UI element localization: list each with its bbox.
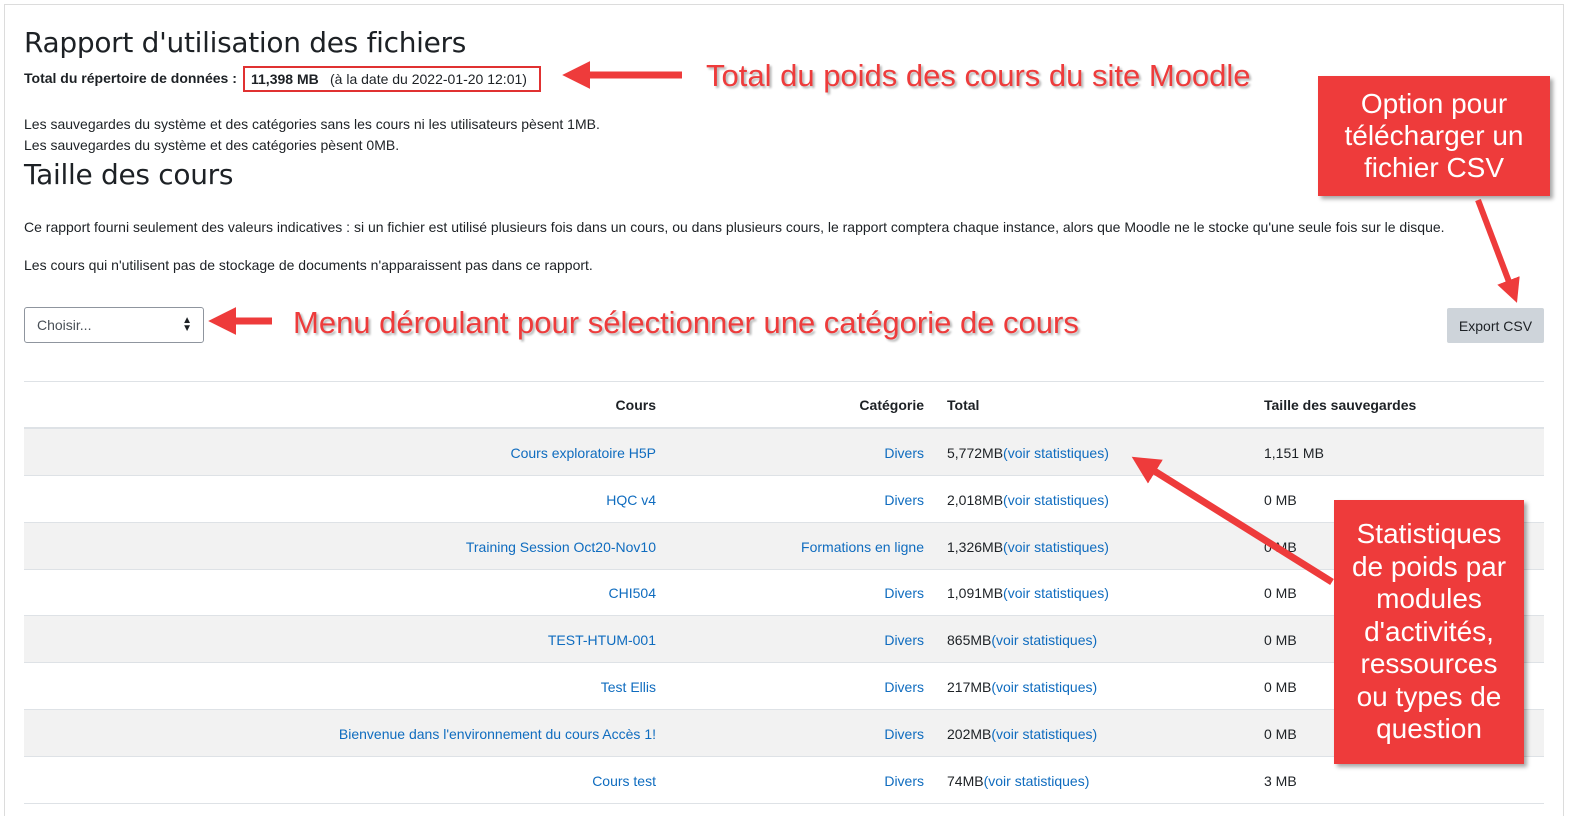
- table-row: CHI504 Divers 1,091MB(voir statistiques) 0 …: [24, 569, 1544, 617]
- callout-csv: Option pour télécharger un fichier CSV: [1318, 76, 1550, 196]
- backup-size: 0 MB: [1264, 725, 1297, 742]
- callout-stats-line: Statistiques: [1356, 518, 1502, 549]
- total-size: 74MB: [947, 772, 984, 789]
- total-highlight-box: 11,398 MB (à la date du 2022-01-20 12:01…: [243, 66, 541, 92]
- callout-csv-line: télécharger un: [1344, 120, 1524, 151]
- header-category[interactable]: Catégorie: [859, 397, 924, 413]
- total-cell: 2,018MB(voir statistiques): [947, 492, 1109, 508]
- course-link[interactable]: Cours exploratoire H5P: [510, 445, 656, 461]
- callout-stats-line: de poids par: [1351, 550, 1507, 582]
- total-cell: 1,091MB(voir statistiques): [947, 585, 1109, 601]
- total-cell: 202MB(voir statistiques): [947, 726, 1097, 742]
- table-row: Test Ellis Divers 217MB(voir statistiques)…: [24, 663, 1544, 710]
- course-link[interactable]: CHI504: [609, 585, 656, 601]
- course-link[interactable]: Test Ellis: [601, 679, 656, 695]
- category-link[interactable]: Divers: [884, 585, 924, 601]
- page-title: Rapport d'utilisation des fichiers: [24, 26, 467, 59]
- view-stats-link[interactable]: (voir statistiques): [1003, 539, 1109, 555]
- total-size: 865MB: [947, 632, 992, 649]
- view-stats-link[interactable]: (voir statistiques): [991, 679, 1097, 695]
- total-cell: 1,326MB(voir statistiques): [947, 539, 1109, 555]
- course-link[interactable]: Cours test: [592, 773, 656, 789]
- callout-stats-line: question: [1376, 713, 1482, 744]
- view-stats-link[interactable]: (voir statistiques): [1003, 445, 1109, 461]
- category-link[interactable]: Divers: [884, 726, 924, 742]
- header-course[interactable]: Cours: [616, 397, 656, 413]
- backup-info-1: Les sauvegardes du système et des catégo…: [24, 116, 600, 132]
- annotation-total: Total du poids des cours du site Moodle: [706, 58, 1251, 93]
- select-arrows-icon: ▲ ▼: [182, 315, 192, 334]
- section-title: Taille des cours: [24, 158, 234, 191]
- backup-size: 0 MB: [1264, 679, 1297, 695]
- backup-size: 3 MB: [1264, 772, 1297, 789]
- view-stats-link[interactable]: (voir statistiques): [1003, 492, 1109, 508]
- total-value: 11,398 MB: [251, 71, 319, 87]
- description-2: Les cours qui n'utilisent pas de stockag…: [24, 257, 593, 273]
- callout-csv-line: Option pour: [1360, 88, 1508, 119]
- category-select[interactable]: Choisir... ▲ ▼: [24, 307, 204, 343]
- category-select-value: Choisir...: [37, 317, 92, 333]
- total-size: 1,091MB: [947, 585, 1004, 602]
- course-link[interactable]: Bienvenue dans l'environnement du cours …: [339, 726, 656, 742]
- callout-csv-line: fichier CSV: [1363, 152, 1505, 183]
- total-line: Total du répertoire de données :: [24, 70, 237, 86]
- total-cell: 74MB(voir statistiques): [947, 773, 1089, 789]
- total-size: 1,326MB: [947, 538, 1004, 555]
- total-cell: 5,772MB(voir statistiques): [947, 445, 1109, 461]
- backup-size: 0 MB: [1264, 585, 1297, 602]
- view-stats-link[interactable]: (voir statistiques): [991, 726, 1097, 742]
- category-link[interactable]: Divers: [884, 632, 924, 648]
- backup-info-2: Les sauvegardes du système et des catégo…: [24, 137, 400, 153]
- table-row: HQC v4 Divers 2,018MB(voir statistiques) 0 …: [24, 476, 1544, 523]
- callout-stats-line: ressources: [1360, 648, 1498, 679]
- total-label: Total du répertoire de données :: [24, 70, 237, 86]
- callout-stats-line: d'activités,: [1364, 615, 1494, 647]
- callout-stats-line: modules: [1376, 583, 1482, 614]
- header-backup-size[interactable]: Taille des sauvegardes: [1264, 397, 1416, 413]
- table-top-border: [24, 381, 1544, 382]
- category-link[interactable]: Divers: [884, 679, 924, 695]
- total-size: 217MB: [947, 679, 992, 695]
- course-link[interactable]: Training Session Oct20-Nov10: [466, 539, 656, 555]
- callout-stats-line: ou types de: [1356, 680, 1502, 712]
- category-link[interactable]: Formations en ligne: [801, 539, 924, 555]
- view-stats-link[interactable]: (voir statistiques): [984, 773, 1090, 789]
- view-stats-link[interactable]: (voir statistiques): [1003, 585, 1109, 601]
- table-row: Cours exploratoire H5P Divers 5,772MB(voir…: [24, 429, 1544, 476]
- total-date: (à la date du 2022-01-20 12:01): [330, 71, 527, 87]
- course-link[interactable]: TEST-HTUM-001: [548, 632, 656, 648]
- backup-size: 0 MB: [1264, 538, 1297, 555]
- category-link[interactable]: Divers: [884, 773, 924, 789]
- total-size: 5,772MB: [947, 445, 1004, 461]
- header-total[interactable]: Total: [947, 397, 979, 413]
- backup-size: 1,151 MB: [1264, 445, 1324, 461]
- callout-stats: Statistiques de poids par modules d'acti…: [1334, 500, 1524, 764]
- backup-size: 0 MB: [1264, 632, 1297, 649]
- category-link[interactable]: Divers: [884, 492, 924, 508]
- table-row: TEST-HTUM-001 Divers 865MB(voir statistiqu…: [24, 616, 1544, 664]
- description-1: Ce rapport fourni seulement des valeurs …: [24, 219, 1445, 235]
- total-size: 202MB: [947, 725, 992, 742]
- total-cell: 865MB(voir statistiques): [947, 632, 1097, 648]
- table-row: Bienvenue dans l'environnement du cours …: [24, 709, 1544, 757]
- total-cell: 217MB(voir statistiques): [947, 679, 1097, 695]
- backup-size: 0 MB: [1264, 491, 1297, 508]
- course-link[interactable]: HQC v4: [606, 492, 656, 508]
- category-link[interactable]: Divers: [884, 445, 924, 461]
- table-row: Cours test Divers 74MB(voir statistiques) 3…: [24, 757, 1544, 804]
- view-stats-link[interactable]: (voir statistiques): [991, 632, 1097, 648]
- total-size: 2,018MB: [947, 491, 1004, 508]
- annotation-menu: Menu déroulant pour sélectionner une cat…: [293, 305, 1079, 340]
- export-csv-button[interactable]: Export CSV: [1447, 308, 1544, 343]
- table-row: Training Session Oct20-Nov10 Formations e…: [24, 522, 1544, 570]
